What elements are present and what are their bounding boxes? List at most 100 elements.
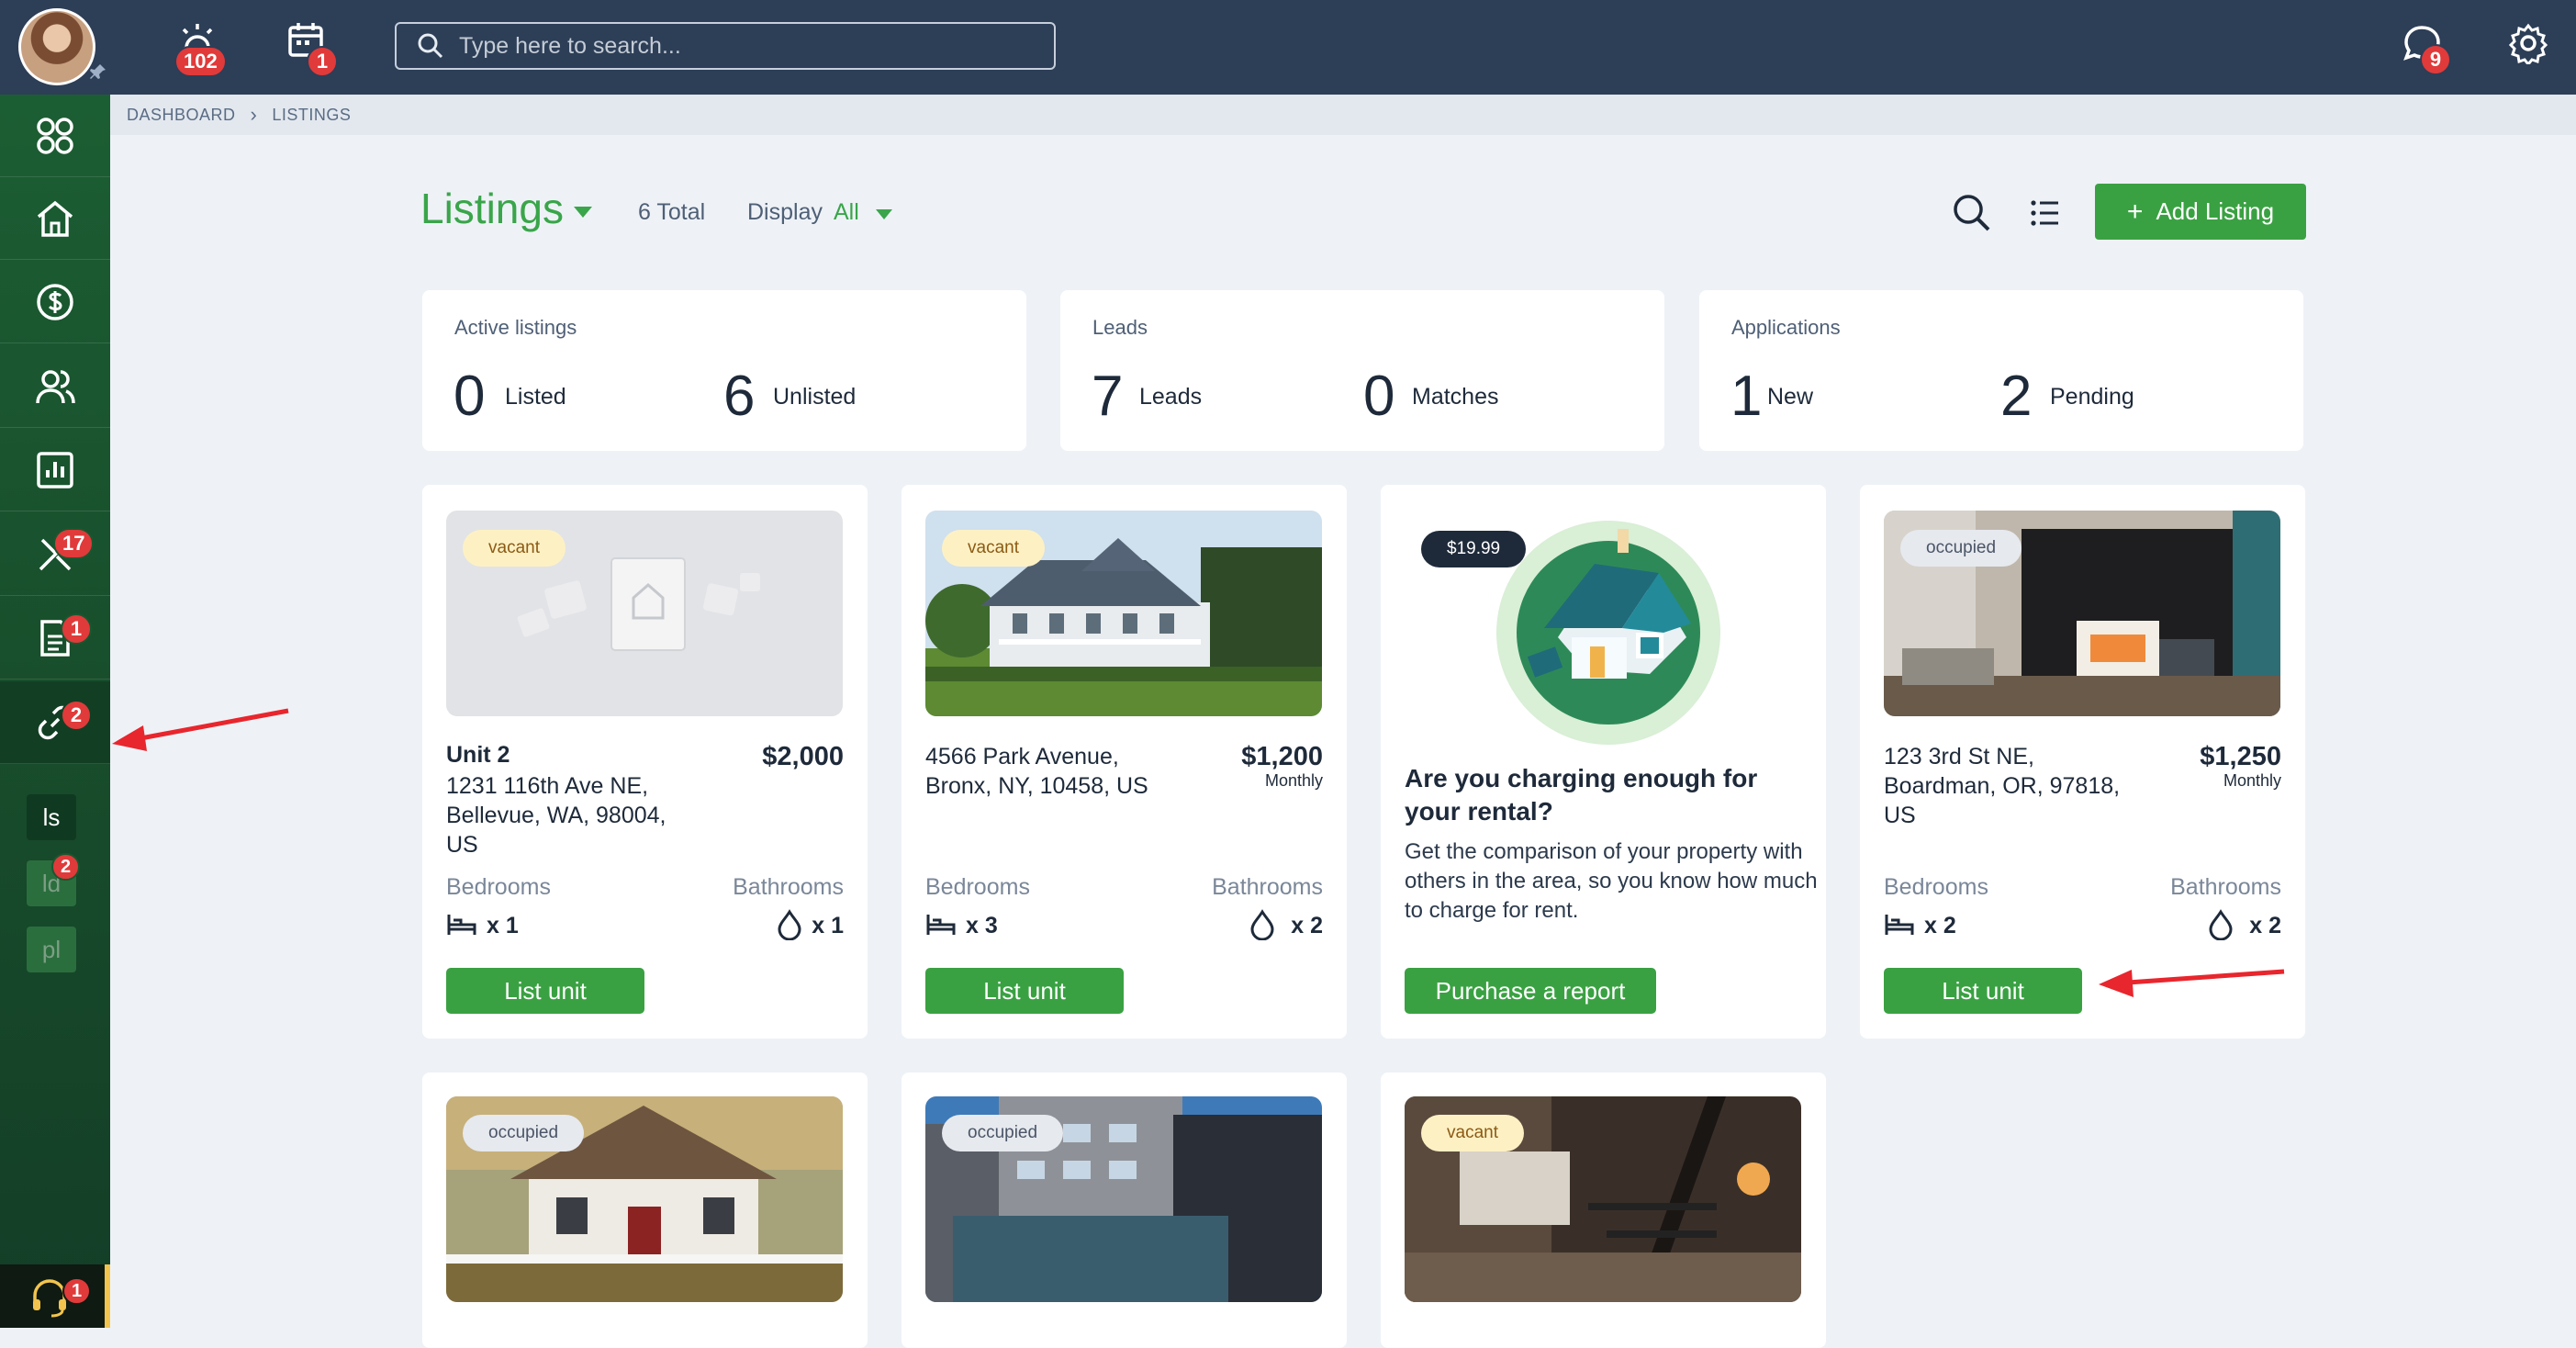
bedrooms-label: Bedrooms [1884, 874, 1988, 900]
stat-label: New [1767, 384, 1814, 410]
status-badge: vacant [1421, 1115, 1524, 1151]
maintenance-badge: 17 [53, 528, 95, 559]
bedroom-count: x 1 [487, 913, 519, 938]
annotation-arrow-sidebar [112, 708, 289, 751]
bed-icon [1885, 915, 1914, 935]
search-icon [418, 33, 443, 59]
page-title[interactable]: Listings [420, 184, 564, 233]
sidebar-item-home[interactable] [0, 177, 110, 260]
status-badge: occupied [942, 1115, 1064, 1151]
sidebar: 17 1 2 ls ld 2 pl 1 [0, 95, 110, 1328]
stat-card-leads: Leads 7 Leads 0 Matches [1060, 290, 1664, 451]
sidebar-item-reports[interactable] [0, 429, 110, 511]
listing-price: $1,250 [2200, 742, 2281, 771]
sidebar-item-apps[interactable] [0, 95, 110, 177]
add-listing-label: Add Listing [2156, 197, 2275, 225]
price-period: Monthly [2223, 771, 2281, 790]
stat-label: Pending [2050, 384, 2134, 410]
rent-report-promo-card: $19.99 Are you charging enough for your … [1381, 485, 1826, 1039]
price-period: Monthly [1264, 771, 1323, 790]
search-listings-icon[interactable] [1952, 193, 1992, 238]
stat-title: Active listings [454, 316, 577, 339]
promo-body: Get the comparison of your property with… [1405, 839, 1818, 923]
bar-chart-icon [37, 451, 73, 489]
stat-title: Applications [1731, 316, 1841, 339]
support-button[interactable] [0, 1264, 110, 1328]
sidebar-sub-ld-badge: 2 [51, 853, 81, 881]
stat-card-active-listings: Active listings 0 Listed 6 Unlisted [422, 290, 1026, 451]
stat-value: 0 [1363, 365, 1395, 428]
status-badge: occupied [463, 1115, 585, 1151]
stat-value: 2 [2000, 365, 2033, 428]
bed-icon [926, 915, 956, 935]
people-icon [36, 369, 75, 403]
listing-address: 4566 Park Avenue, Bronx, NY, 10458, US [925, 744, 1148, 799]
status-badge: vacant [942, 530, 1045, 567]
settings-gear-icon[interactable] [2507, 22, 2553, 68]
sidebar-item-accounting[interactable] [0, 261, 110, 343]
list-view-icon[interactable] [2029, 197, 2062, 234]
listing-address: 123 3rd St NE, Boardman, OR, 97818, US [1884, 744, 2121, 828]
stat-card-applications: Applications 1 New 2 Pending [1699, 290, 2303, 451]
messages-badge: 9 [2420, 44, 2451, 75]
listing-card[interactable]: vacant [1381, 1073, 1826, 1348]
sidebar-item-listings[interactable] [0, 681, 110, 764]
promo-title: Are you charging enough for your rental? [1405, 764, 1758, 826]
top-bar: 102 1 9 [0, 0, 2576, 95]
bed-icon [447, 915, 476, 935]
list-unit-button[interactable]: List unit [1884, 968, 2082, 1014]
water-drop-icon [1250, 909, 1274, 940]
status-badge: vacant [463, 530, 566, 567]
bedrooms-label: Bedrooms [925, 874, 1030, 900]
list-unit-button[interactable]: List unit [446, 968, 644, 1014]
annotation-arrow-list-unit [2099, 969, 2285, 997]
total-count: 6 Total [638, 199, 706, 225]
display-chevron-icon[interactable] [876, 208, 892, 224]
listings-badge: 2 [61, 700, 92, 731]
listing-address: 1231 116th Ave NE, Bellevue, WA, 98004, … [446, 773, 666, 858]
stat-value: 6 [723, 365, 756, 428]
chevron-right-icon: › [250, 103, 258, 126]
display-label: Display [747, 199, 823, 225]
listing-card[interactable]: occupied [422, 1073, 868, 1348]
sidebar-sub-pl[interactable]: pl [27, 927, 76, 972]
bathrooms-label: Bathrooms [2170, 874, 2281, 900]
listing-card[interactable]: vacant Unit 2 1231 116th Ave NE, Bellevu… [422, 485, 868, 1039]
user-avatar[interactable] [18, 8, 95, 85]
calendar-badge: 1 [307, 46, 338, 77]
bathroom-count: x 2 [1291, 913, 1323, 938]
sidebar-sub-ls[interactable]: ls [27, 794, 76, 840]
display-filter-value[interactable]: All [834, 199, 859, 226]
listing-card[interactable]: occupied [902, 1073, 1347, 1348]
bathroom-count: x 2 [2249, 913, 2281, 938]
list-unit-button[interactable]: List unit [925, 968, 1124, 1014]
stat-label: Leads [1139, 384, 1203, 410]
bedrooms-label: Bedrooms [446, 874, 551, 900]
listing-card[interactable]: vacant 4566 Park Avenue, Bronx, NY, 1045… [902, 485, 1347, 1039]
add-listing-button[interactable]: + Add Listing [2095, 184, 2306, 240]
bathrooms-label: Bathrooms [733, 874, 844, 900]
breadcrumb-listings: LISTINGS [272, 105, 352, 124]
sidebar-item-maintenance[interactable] [0, 513, 110, 596]
search-input[interactable] [459, 32, 1028, 60]
pin-icon[interactable] [89, 62, 107, 81]
bathrooms-label: Bathrooms [1212, 874, 1323, 900]
listing-price: $2,000 [762, 742, 844, 771]
documents-badge: 1 [61, 613, 92, 645]
listing-price: $1,200 [1241, 742, 1323, 771]
stat-title: Leads [1092, 316, 1148, 339]
support-badge: 1 [62, 1277, 92, 1305]
sidebar-item-people[interactable] [0, 345, 110, 428]
purchase-report-button[interactable]: Purchase a report [1405, 968, 1656, 1014]
stat-label: Listed [505, 384, 566, 410]
dollar-circle-icon [37, 283, 73, 320]
title-dropdown-chevron-icon[interactable] [574, 206, 592, 222]
stat-value: 7 [1092, 365, 1124, 428]
bedroom-count: x 2 [1924, 913, 1956, 938]
water-drop-icon [778, 909, 801, 940]
search-box[interactable] [395, 22, 1056, 70]
breadcrumb-dashboard[interactable]: DASHBOARD [127, 106, 236, 125]
home-icon [37, 200, 73, 237]
sidebar-item-documents[interactable] [0, 597, 110, 680]
stat-label: Matches [1412, 384, 1499, 410]
